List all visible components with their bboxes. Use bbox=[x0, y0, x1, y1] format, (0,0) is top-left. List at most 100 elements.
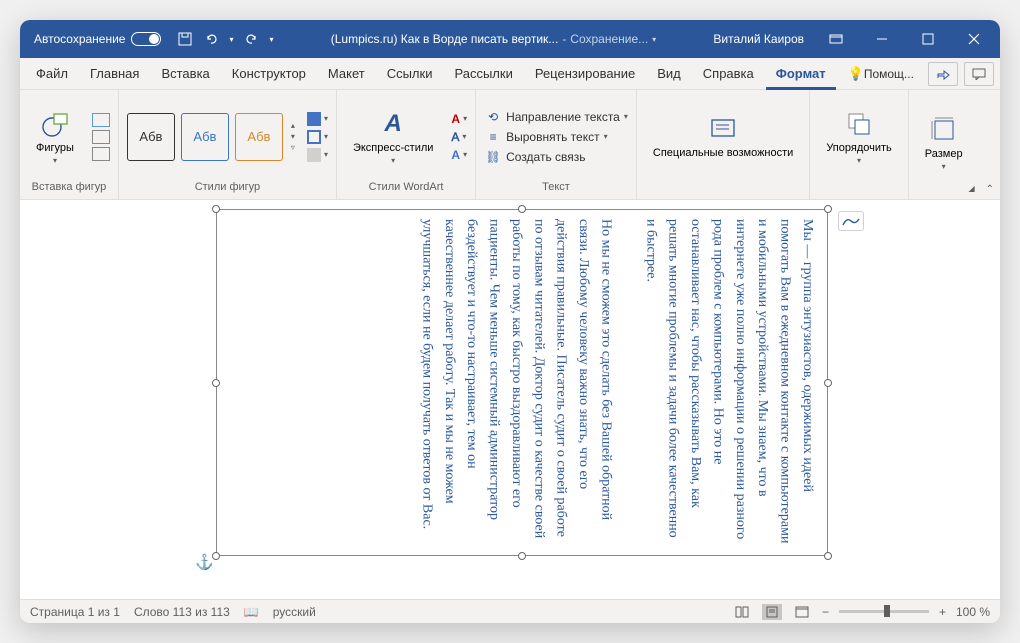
tab-review[interactable]: Рецензирование bbox=[525, 58, 645, 90]
shape-style-2[interactable]: Абв bbox=[181, 113, 229, 161]
arrange-label: Упорядочить bbox=[826, 142, 891, 154]
zoom-in-button[interactable]: + bbox=[939, 605, 946, 619]
word-count[interactable]: Слово 113 из 113 bbox=[134, 605, 230, 619]
language-indicator[interactable]: русский bbox=[273, 605, 316, 619]
comments-button[interactable] bbox=[964, 62, 994, 86]
text-effects-button[interactable]: A▾ bbox=[451, 148, 467, 162]
minimize-button[interactable] bbox=[860, 20, 904, 58]
shape-quick-list bbox=[92, 113, 110, 161]
save-icon[interactable] bbox=[177, 31, 193, 47]
tab-design[interactable]: Конструктор bbox=[222, 58, 316, 90]
close-button[interactable] bbox=[952, 20, 996, 58]
draw-textbox-icon[interactable] bbox=[92, 147, 110, 161]
app-window: Автосохранение ▾ ▾ (Lumpics.ru) Как в Во… bbox=[20, 20, 1000, 623]
dialog-launcher-icon[interactable]: ◢ bbox=[968, 184, 974, 193]
size-icon bbox=[928, 114, 960, 146]
shape-outline-button[interactable]: ▾ bbox=[307, 130, 328, 144]
tab-tellme[interactable]: 💡 Помощ... bbox=[838, 58, 924, 90]
textbox-shape-icon[interactable] bbox=[92, 113, 110, 127]
titlebar-left: Автосохранение ▾ ▾ bbox=[24, 31, 274, 47]
textbox-content[interactable]: Мы — группа энтузиастов, одержимых идеей… bbox=[415, 219, 818, 546]
shape-fill-button[interactable]: ▾ bbox=[307, 112, 328, 126]
align-text-icon: ≡ bbox=[484, 130, 502, 144]
undo-icon[interactable] bbox=[203, 31, 219, 47]
tab-layout[interactable]: Макет bbox=[318, 58, 375, 90]
shape-style-1[interactable]: Абв bbox=[127, 113, 175, 161]
resize-handle-e[interactable] bbox=[824, 379, 832, 387]
text-direction-button[interactable]: ⟲Направление текста▾ bbox=[484, 110, 628, 124]
page-indicator[interactable]: Страница 1 из 1 bbox=[30, 605, 120, 619]
more-styles-icon[interactable]: ▿ bbox=[291, 143, 295, 152]
zoom-slider[interactable] bbox=[839, 610, 929, 613]
align-text-button[interactable]: ≡Выровнять текст▾ bbox=[484, 130, 628, 144]
size-label: Размер bbox=[925, 148, 963, 160]
tab-insert[interactable]: Вставка bbox=[151, 58, 219, 90]
arrange-button[interactable]: Упорядочить ▾ bbox=[818, 100, 899, 174]
window-title: (Lumpics.ru) Как в Ворде писать вертик..… bbox=[278, 32, 710, 46]
resize-handle-w[interactable] bbox=[212, 379, 220, 387]
read-mode-icon[interactable] bbox=[732, 604, 752, 620]
text-fill-button[interactable]: A▾ bbox=[451, 112, 467, 126]
undo-dropdown[interactable]: ▾ bbox=[229, 35, 233, 44]
link-icon: ⛓ bbox=[484, 150, 502, 164]
user-name[interactable]: Виталий Каиров bbox=[713, 32, 804, 46]
toggle-switch[interactable] bbox=[131, 32, 161, 46]
resize-handle-se[interactable] bbox=[824, 552, 832, 560]
tab-view[interactable]: Вид bbox=[647, 58, 691, 90]
text-outline-button[interactable]: A▾ bbox=[451, 130, 467, 144]
ribbon-display-icon[interactable] bbox=[814, 20, 858, 58]
style-gallery-nav: ▴ ▾ ▿ bbox=[291, 121, 295, 152]
scroll-down-icon[interactable]: ▾ bbox=[291, 132, 295, 141]
tab-mailings[interactable]: Рассылки bbox=[444, 58, 522, 90]
layout-options-button[interactable] bbox=[838, 211, 864, 231]
textbox-selection[interactable]: Мы — группа энтузиастов, одержимых идеей… bbox=[212, 205, 832, 560]
tab-references[interactable]: Ссылки bbox=[377, 58, 443, 90]
shape-effects-button[interactable]: ▾ bbox=[307, 148, 328, 162]
document-area[interactable]: ⚓ Мы — группа энтузиастов, одержимых иде… bbox=[20, 200, 1000, 599]
group-text: ⟲Направление текста▾ ≡Выровнять текст▾ ⛓… bbox=[476, 90, 637, 199]
shape-style-3[interactable]: Абв bbox=[235, 113, 283, 161]
tab-help[interactable]: Справка bbox=[693, 58, 764, 90]
title-dropdown[interactable]: ▾ bbox=[652, 35, 656, 44]
shapes-icon bbox=[39, 108, 71, 140]
resize-handle-s[interactable] bbox=[518, 552, 526, 560]
resize-handle-nw[interactable] bbox=[212, 205, 220, 213]
wordart-group-label: Стили WordArt bbox=[345, 179, 467, 195]
quick-access-toolbar: ▾ ▾ bbox=[177, 31, 273, 47]
create-link-button[interactable]: ⛓Создать связь bbox=[484, 150, 628, 164]
chevron-down-icon: ▾ bbox=[53, 156, 57, 165]
print-layout-icon[interactable] bbox=[762, 604, 782, 620]
web-layout-icon[interactable] bbox=[792, 604, 812, 620]
edit-shape-icon[interactable] bbox=[92, 130, 110, 144]
size-button[interactable]: Размер ▾ bbox=[917, 106, 971, 180]
arrange-icon bbox=[843, 108, 875, 140]
group-size: Размер ▾ ◢ bbox=[909, 90, 979, 199]
zoom-out-button[interactable]: − bbox=[822, 605, 829, 619]
collapse-ribbon-icon[interactable]: ⌃ bbox=[986, 184, 994, 195]
resize-handle-ne[interactable] bbox=[824, 205, 832, 213]
zoom-level[interactable]: 100 % bbox=[956, 605, 990, 619]
chevron-down-icon: ▾ bbox=[391, 156, 395, 165]
tab-home[interactable]: Главная bbox=[80, 58, 149, 90]
resize-handle-sw[interactable] bbox=[212, 552, 220, 560]
tab-format[interactable]: Формат bbox=[766, 58, 836, 90]
text-direction-icon: ⟲ bbox=[484, 110, 502, 124]
alt-text-icon bbox=[707, 113, 739, 145]
autosave-toggle[interactable]: Автосохранение bbox=[34, 32, 161, 46]
textbox[interactable]: Мы — группа энтузиастов, одержимых идеей… bbox=[226, 219, 818, 546]
qat-customize[interactable]: ▾ bbox=[270, 35, 274, 44]
alt-text-button[interactable]: Специальные возможности bbox=[645, 100, 801, 174]
shape-styles-group-label: Стили фигур bbox=[127, 179, 328, 195]
maximize-button[interactable] bbox=[906, 20, 950, 58]
tab-file[interactable]: Файл bbox=[26, 58, 78, 90]
save-status: Сохранение... bbox=[570, 32, 648, 46]
wordart-styles-button[interactable]: A Экспресс-стили ▾ bbox=[345, 100, 441, 174]
redo-icon[interactable] bbox=[244, 31, 260, 47]
shapes-button[interactable]: Фигуры ▾ bbox=[28, 100, 82, 174]
document-title: (Lumpics.ru) Как в Ворде писать вертик..… bbox=[331, 32, 559, 46]
spellcheck-icon[interactable]: 📖 bbox=[244, 605, 259, 619]
resize-handle-n[interactable] bbox=[518, 205, 526, 213]
statusbar-right: − + 100 % bbox=[732, 604, 990, 620]
scroll-up-icon[interactable]: ▴ bbox=[291, 121, 295, 130]
share-button[interactable] bbox=[928, 62, 958, 86]
